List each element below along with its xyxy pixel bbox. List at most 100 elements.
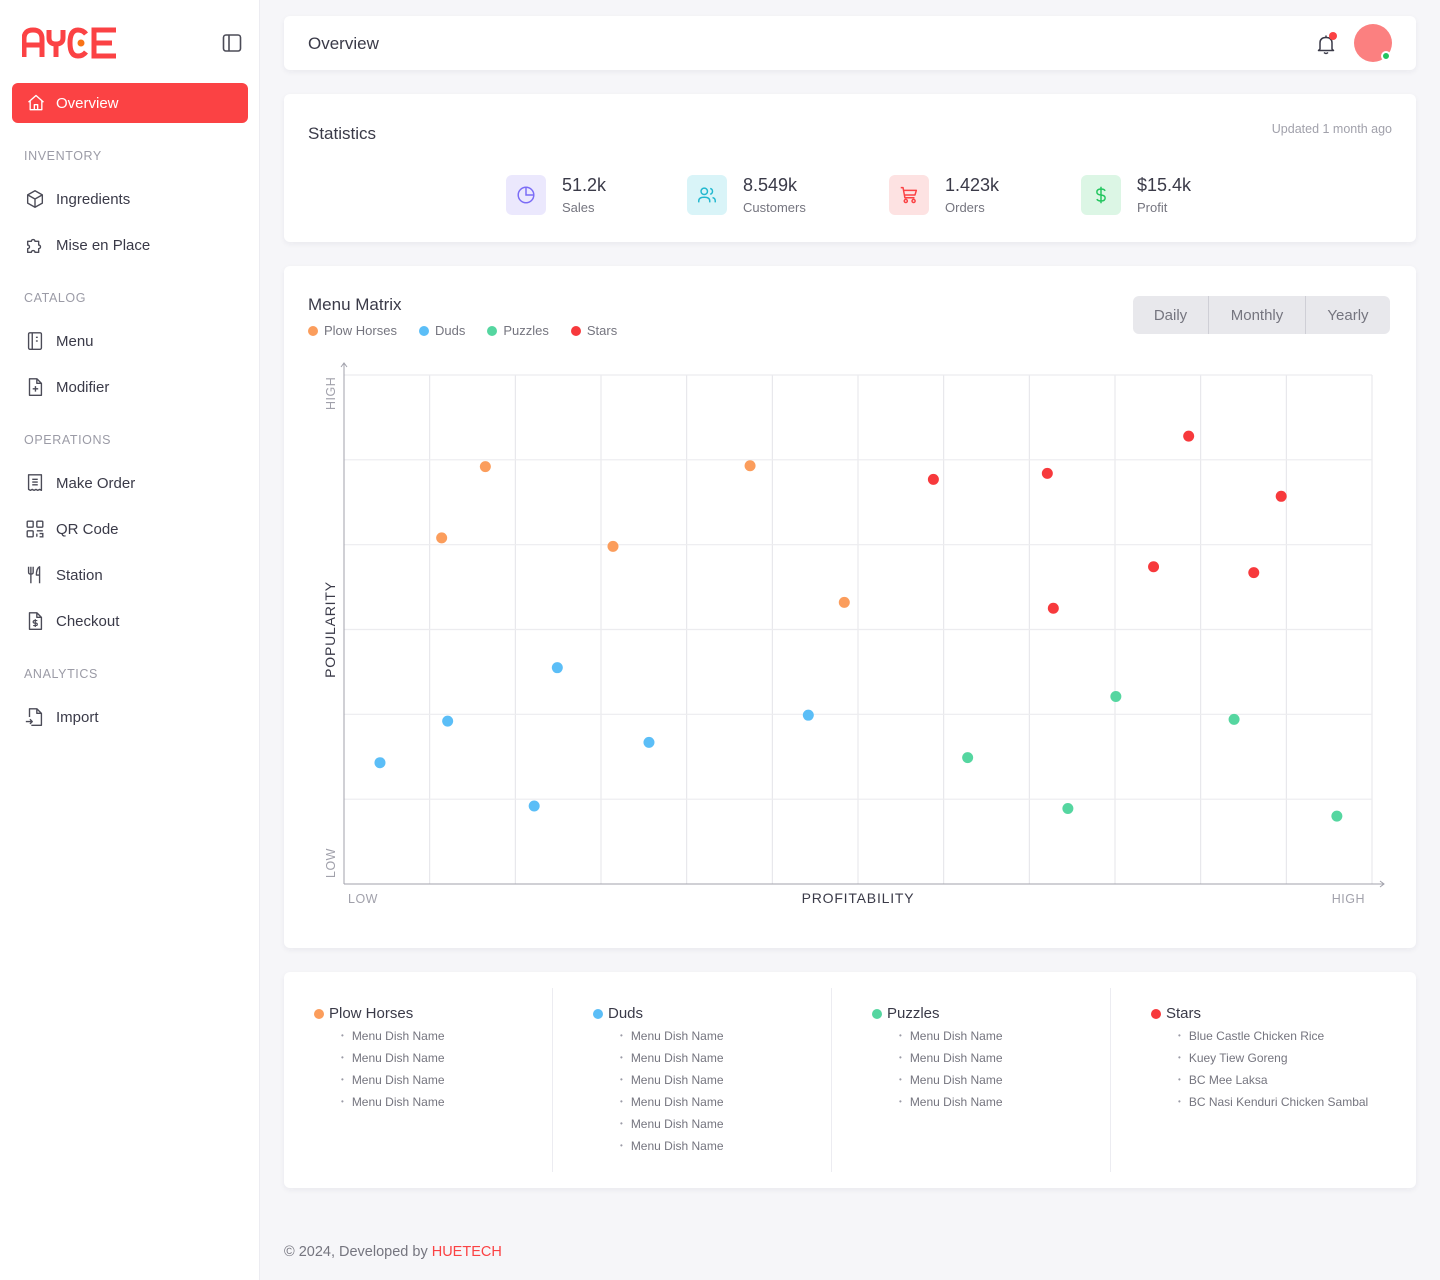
sidebar-item-make-order[interactable]: Make Order	[24, 468, 244, 498]
category-name: Duds	[608, 1005, 644, 1022]
cart-icon	[900, 186, 918, 203]
data-point-duds[interactable]	[643, 736, 655, 748]
menu-matrix-chart: LOW HIGH PROFITABILITY LOW HIGH POPULARI…	[322, 362, 1385, 906]
period-daily-button[interactable]: Daily	[1133, 296, 1209, 334]
x-axis-title: PROFITABILITY	[802, 890, 915, 906]
category-dish-list: Blue Castle Chicken Rice Kuey Tiew Goren…	[1178, 1028, 1368, 1116]
data-point-stars[interactable]	[1248, 567, 1260, 579]
dish-item[interactable]: Kuey Tiew Goreng	[1178, 1050, 1368, 1072]
data-point-plow-horses[interactable]	[744, 460, 756, 472]
stat-icon-box	[1081, 174, 1121, 215]
y-axis-title: POPULARITY	[322, 581, 338, 678]
dish-item[interactable]: Menu Dish Name	[620, 1094, 724, 1116]
dish-item[interactable]: Menu Dish Name	[620, 1116, 724, 1138]
stat-icon-box	[687, 174, 727, 215]
sidebar-item-label: Import	[56, 708, 99, 726]
data-point-puzzles[interactable]	[1331, 810, 1343, 822]
dish-item[interactable]: Menu Dish Name	[620, 1028, 724, 1050]
box-icon	[26, 190, 44, 208]
data-point-puzzles[interactable]	[962, 752, 974, 764]
sidebar-item-import[interactable]: Import	[24, 702, 244, 732]
dish-item[interactable]: Menu Dish Name	[899, 1028, 1003, 1050]
stat-label: Orders	[945, 200, 985, 215]
chart-grid	[344, 374, 1373, 884]
sidebar-item-menu[interactable]: Menu	[24, 326, 244, 356]
sidebar-item-label: Station	[56, 566, 103, 584]
data-point-duds[interactable]	[551, 662, 563, 674]
sidebar-item-label: Menu	[56, 332, 94, 350]
data-point-stars[interactable]	[1148, 561, 1160, 573]
legend-item-stars[interactable]: Stars	[570, 323, 617, 338]
dish-item[interactable]: Blue Castle Chicken Rice	[1178, 1028, 1368, 1050]
dish-item[interactable]: BC Mee Laksa	[1178, 1072, 1368, 1094]
file-plus-icon	[28, 378, 43, 396]
sidebar-item-modifier[interactable]: Modifier	[24, 372, 244, 402]
legend-label: Plow Horses	[324, 323, 397, 338]
data-point-stars[interactable]	[1047, 602, 1059, 614]
legend-item-puzzles[interactable]: Puzzles	[487, 323, 549, 338]
data-point-puzzles[interactable]	[1228, 713, 1240, 725]
dish-item[interactable]: Menu Dish Name	[899, 1094, 1003, 1116]
x-axis-low-label: LOW	[348, 892, 378, 906]
category-name: Stars	[1166, 1005, 1202, 1022]
statistics-title: Statistics	[308, 124, 377, 143]
dish-item[interactable]: Menu Dish Name	[341, 1028, 445, 1050]
footer-text: © 2024, Developed by	[284, 1244, 428, 1260]
category-name: Puzzles	[887, 1005, 940, 1022]
sidebar-toggle-button[interactable]	[221, 32, 243, 54]
puzzle-icon	[26, 238, 42, 254]
category-dish-list: Menu Dish Name Menu Dish Name Menu Dish …	[899, 1028, 1003, 1116]
legend-item-plow-horses[interactable]: Plow Horses	[308, 323, 397, 338]
footer-brand-link[interactable]: HUETECH	[432, 1244, 502, 1260]
data-point-duds[interactable]	[442, 715, 454, 727]
category-heading-duds: Duds	[593, 1005, 643, 1022]
sidebar-item-station[interactable]: Station	[24, 560, 244, 590]
ayce-logo-icon	[22, 27, 116, 59]
data-point-plow-horses[interactable]	[607, 540, 619, 552]
legend-label: Duds	[434, 323, 466, 338]
dish-item[interactable]: Menu Dish Name	[899, 1050, 1003, 1072]
data-point-plow-horses[interactable]	[838, 596, 850, 608]
data-point-stars[interactable]	[1275, 490, 1287, 502]
data-point-puzzles[interactable]	[1062, 802, 1074, 814]
category-dot-icon	[314, 1008, 324, 1019]
menu-matrix-title: Menu Matrix	[308, 295, 402, 314]
period-yearly-button[interactable]: Yearly	[1306, 296, 1390, 334]
dish-item[interactable]: Menu Dish Name	[620, 1050, 724, 1072]
sidebar-item-label: Ingredients	[56, 190, 131, 208]
period-monthly-button[interactable]: Monthly	[1209, 296, 1306, 334]
dish-item[interactable]: Menu Dish Name	[620, 1138, 724, 1160]
dish-item[interactable]: Menu Dish Name	[620, 1072, 724, 1094]
data-point-duds[interactable]	[802, 709, 814, 721]
dish-item[interactable]: BC Nasi Kenduri Chicken Sambal	[1178, 1094, 1368, 1116]
dish-item[interactable]: Menu Dish Name	[341, 1050, 445, 1072]
file-import-icon	[25, 708, 43, 726]
data-point-puzzles[interactable]	[1110, 691, 1122, 703]
dish-item[interactable]: Menu Dish Name	[341, 1072, 445, 1094]
data-point-stars[interactable]	[1183, 430, 1195, 442]
data-point-duds[interactable]	[528, 800, 540, 812]
legend-item-duds[interactable]: Duds	[418, 323, 466, 338]
stat-label: Profit	[1137, 200, 1168, 215]
dish-item[interactable]: Menu Dish Name	[341, 1094, 445, 1116]
sidebar-item-qr-code[interactable]: QR Code	[24, 514, 244, 544]
sidebar-item-ingredients[interactable]: Ingredients	[24, 184, 244, 214]
data-point-stars[interactable]	[1041, 467, 1053, 479]
data-point-plow-horses[interactable]	[479, 461, 491, 473]
sidebar-item-mise-en-place[interactable]: Mise en Place	[24, 230, 244, 260]
data-point-plow-horses[interactable]	[436, 532, 448, 544]
legend-dot-icon	[418, 325, 429, 336]
dish-item[interactable]: Menu Dish Name	[899, 1072, 1003, 1094]
sidebar-item-overview[interactable]: Overview	[12, 83, 248, 123]
column-divider	[831, 988, 832, 1172]
data-point-duds[interactable]	[374, 757, 386, 769]
app-logo[interactable]	[22, 27, 120, 59]
section-label-analytics: ANALYTICS	[24, 667, 98, 681]
sidebar-item-label: QR Code	[56, 520, 119, 538]
dollar-icon	[1096, 186, 1106, 203]
sidebar-item-checkout[interactable]: Checkout	[24, 606, 244, 636]
data-point-stars[interactable]	[927, 473, 939, 485]
sidebar-item-label: Make Order	[56, 474, 136, 492]
top-header: Overview	[284, 16, 1416, 70]
chart-axes: LOW HIGH PROFITABILITY LOW HIGH POPULARI…	[322, 362, 1385, 906]
